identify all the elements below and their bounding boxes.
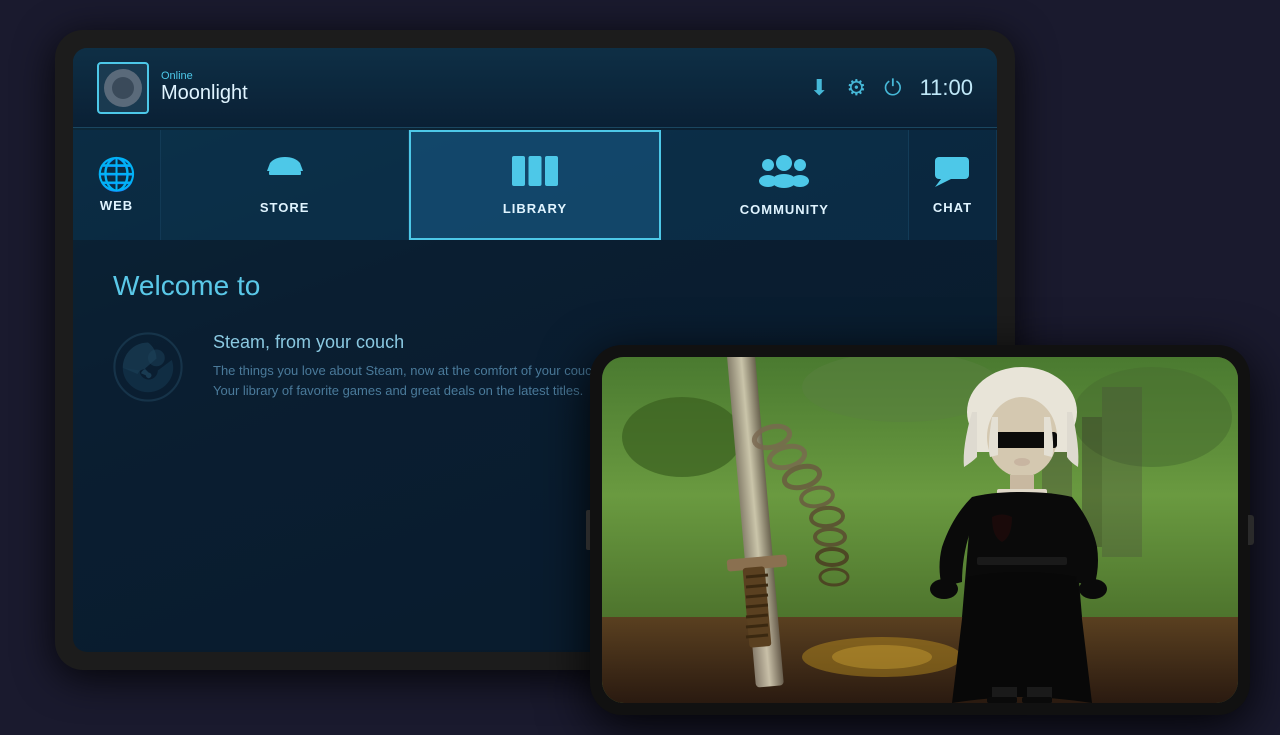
tab-web[interactable]: 🌐 WEB bbox=[73, 130, 161, 240]
power-icon[interactable]: ⏻ bbox=[884, 75, 901, 101]
tab-chat-label: CHAT bbox=[933, 200, 972, 215]
phone-volume-button[interactable] bbox=[586, 510, 590, 550]
steam-text: Steam, from your couch The things you lo… bbox=[213, 332, 613, 402]
tab-library[interactable]: LIBRARY bbox=[409, 130, 660, 240]
game-artwork bbox=[602, 357, 1238, 703]
tab-store[interactable]: STORE bbox=[161, 130, 409, 240]
phone bbox=[590, 345, 1250, 715]
tab-store-label: STORE bbox=[260, 200, 310, 215]
web-icon: 🌐 bbox=[97, 158, 137, 190]
download-icon[interactable]: ⬇ bbox=[810, 75, 828, 101]
header-right: ⬇ ⚙ ⏻ 11:00 bbox=[810, 75, 973, 101]
chat-icon bbox=[933, 155, 971, 192]
welcome-text: Welcome to bbox=[113, 270, 957, 302]
store-icon bbox=[265, 155, 305, 192]
tab-library-label: LIBRARY bbox=[503, 201, 567, 216]
steam-logo bbox=[113, 332, 183, 402]
phone-screen bbox=[602, 357, 1238, 703]
clock: 11:00 bbox=[920, 75, 973, 101]
tab-web-label: WEB bbox=[100, 198, 133, 213]
user-text: Online Moonlight bbox=[161, 70, 248, 105]
phone-speaker bbox=[1248, 515, 1254, 545]
tab-chat[interactable]: CHAT bbox=[909, 130, 997, 240]
tab-community-label: COMMUNITY bbox=[740, 202, 829, 217]
steam-tagline: Steam, from your couch bbox=[213, 332, 613, 353]
user-status: Online bbox=[161, 70, 248, 82]
community-icon bbox=[758, 153, 810, 194]
user-info: Online Moonlight bbox=[97, 62, 248, 114]
avatar bbox=[97, 62, 149, 114]
nav-tabs: 🌐 WEB STORE bbox=[73, 130, 997, 240]
tab-community[interactable]: COMMUNITY bbox=[661, 130, 909, 240]
username: Moonlight bbox=[161, 82, 248, 105]
library-icon bbox=[510, 154, 560, 193]
header: Online Moonlight ⬇ ⚙ ⏻ 11:00 bbox=[73, 48, 997, 128]
steam-description: The things you love about Steam, now at … bbox=[213, 361, 613, 400]
avatar-image bbox=[104, 69, 142, 107]
settings-icon[interactable]: ⚙ bbox=[846, 75, 866, 101]
